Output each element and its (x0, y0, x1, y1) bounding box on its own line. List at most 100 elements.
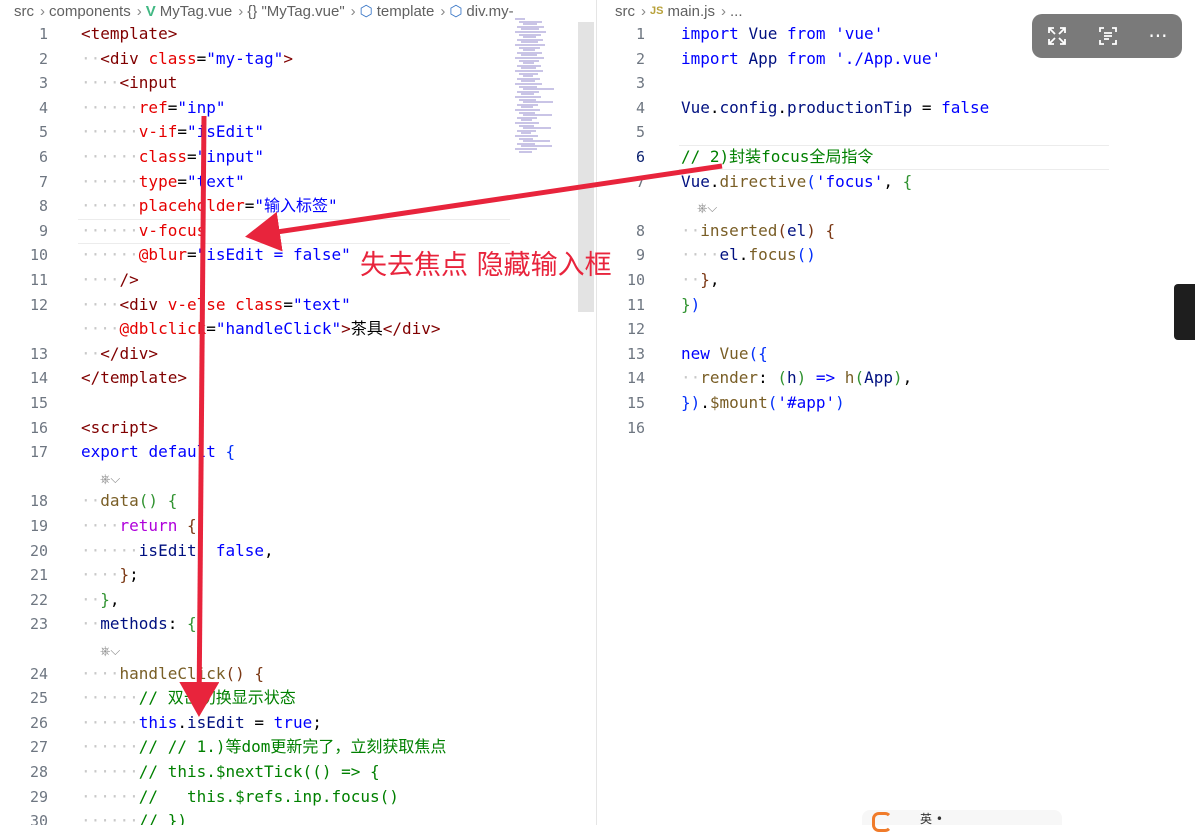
code-line[interactable]: 23 ··methods: { (0, 612, 596, 637)
code-line[interactable]: 16 (597, 416, 1195, 441)
code-line[interactable]: 28 ······// this.$nextTick(() => { (0, 760, 596, 785)
code-token: isEdit (138, 540, 197, 560)
code-token: ······ (81, 786, 139, 806)
code-line[interactable]: 15 (0, 391, 596, 416)
breadcrumb-module[interactable]: {} "MyTag.vue" (247, 3, 344, 20)
code-line[interactable]: 4 ······ref="inp" (0, 96, 596, 121)
ime-toolbar[interactable]: 英 • (862, 810, 1062, 832)
code-line[interactable]: 29 ······// this.$refs.inp.focus() (0, 785, 596, 810)
breadcrumb-components[interactable]: components (49, 3, 131, 20)
left-breadcrumb: src › components › V MyTag.vue › {} "MyT… (0, 0, 596, 22)
code-line[interactable]: 7 Vue.directive('focus', { (597, 170, 1195, 195)
code-line[interactable]: 27 ······// // 1.)等dom更新完了，立刻获取焦点 (0, 735, 596, 760)
code-token: } (119, 565, 130, 585)
code-token: methods (100, 614, 168, 634)
code-token: "input" (196, 147, 265, 166)
code-text: ······// this.$nextTick(() => { (81, 760, 380, 785)
code-line[interactable]: 19 ····return { (0, 514, 596, 539)
code-text: ··<div class="my-tag"> (81, 47, 293, 72)
code-line[interactable]: ⎈⌵ (0, 465, 596, 490)
code-line[interactable]: 5 (597, 120, 1195, 145)
code-text: }) (681, 293, 700, 318)
line-number: 1 (38, 25, 48, 43)
code-line[interactable]: 15}).$mount('#app') (597, 391, 1195, 416)
code-line[interactable]: ····@dblclick="handleClick">茶具</div> (0, 317, 596, 342)
code-token: ···· (681, 245, 720, 265)
code-token: }) (681, 393, 701, 412)
breadcrumb-template[interactable]: template (377, 3, 435, 20)
code-line[interactable]: ⎈⌵ (597, 194, 1195, 219)
chevron-right-icon: › (136, 2, 142, 20)
code-token: <div (119, 294, 159, 314)
code-line[interactable]: 16 <script> (0, 416, 596, 441)
code-line[interactable]: 30 ······// }) (0, 809, 596, 825)
line-number: 25 (29, 689, 48, 708)
code-line[interactable]: 26 ······this.isEdit = true; (0, 711, 596, 736)
code-line[interactable]: 6 ······class="input" (0, 145, 596, 170)
codelens-icon[interactable]: ⎈⌵ (697, 196, 717, 216)
codelens-icon[interactable]: ⎈⌵ (100, 467, 120, 487)
code-line[interactable]: 14 </template> (0, 366, 596, 391)
breadcrumb-src[interactable]: src (14, 3, 34, 20)
code-line[interactable]: 8 ··inserted(el) { (597, 219, 1195, 244)
code-token: <div (100, 48, 139, 68)
code-text: Vue.directive('focus', { (681, 170, 912, 195)
code-token: = (206, 319, 216, 339)
breadcrumb-div[interactable]: div.my- (466, 3, 513, 20)
code-line[interactable]: 25 ······// 双击切换显示状态 (0, 686, 596, 711)
line-number: 20 (29, 541, 48, 560)
code-token: ······ (81, 762, 139, 781)
code-line[interactable]: 22 ··}, (0, 588, 596, 613)
chevron-right-icon: › (40, 2, 45, 20)
breadcrumb-file[interactable]: MyTag.vue (160, 3, 233, 20)
side-panel-handle[interactable] (1174, 284, 1195, 340)
code-token: , (902, 368, 913, 388)
code-token: ······ (81, 245, 139, 265)
code-line[interactable]: 7 ······type="text" (0, 170, 596, 195)
code-text: }).$mount('#app') (681, 391, 845, 416)
code-line[interactable]: ⎈⌵ (0, 637, 596, 662)
code-line[interactable]: 5 ······v-if="isEdit" (0, 120, 596, 145)
code-line[interactable]: 17 export default { (0, 440, 596, 465)
more-icon[interactable]: ··· (1148, 24, 1167, 48)
code-line[interactable]: 1 <template> (0, 22, 596, 47)
code-token: , (264, 540, 274, 560)
code-line[interactable]: 9 ····el.focus() (597, 243, 1195, 268)
minimap[interactable] (515, 18, 575, 158)
line-number: 9 (38, 221, 48, 240)
breadcrumb-src[interactable]: src (615, 3, 635, 20)
code-line[interactable]: 3 ····<input (0, 71, 596, 96)
code-line[interactable]: 3 (597, 71, 1195, 96)
code-line[interactable]: 13 ··</div> (0, 342, 596, 367)
code-line[interactable]: 18 ··data() { (0, 489, 596, 514)
code-line[interactable]: 14 ··render: (h) => h(App), (597, 366, 1195, 391)
code-line[interactable]: 12 ····<div v-else class="text" (0, 293, 596, 318)
breadcrumb-more[interactable]: ... (730, 3, 743, 20)
code-line[interactable]: 21 ····}; (0, 563, 596, 588)
code-token: h (844, 368, 855, 388)
left-editor-pane[interactable]: src › components › V MyTag.vue › {} "MyT… (0, 0, 596, 825)
code-line[interactable]: 13 new Vue({ (597, 342, 1195, 367)
breadcrumb-file[interactable]: main.js (667, 3, 715, 20)
code-line[interactable]: 20 ······isEdit: false, (0, 539, 596, 564)
expand-icon[interactable] (1046, 25, 1068, 47)
code-line[interactable]: 24 ····handleClick() { (0, 662, 596, 687)
code-token: from (786, 24, 826, 43)
code-token: ·· (81, 614, 101, 634)
code-line[interactable]: 4 Vue.config.productionTip = false (597, 96, 1195, 121)
code-line[interactable]: 8 ······placeholder="输入标签" (0, 194, 596, 219)
line-number: 2 (635, 49, 645, 68)
code-line[interactable]: 2 ··<div class="my-tag"> (0, 47, 596, 72)
code-text: ····<input (81, 71, 177, 96)
code-line[interactable]: 12 (597, 317, 1195, 342)
right-editor-pane[interactable]: src › JS main.js › ... 1 import Vue from … (597, 0, 1195, 825)
code-line[interactable]: 11}) (597, 293, 1195, 318)
codelens-icon[interactable]: ⎈⌵ (100, 639, 120, 659)
scan-text-icon[interactable] (1097, 25, 1119, 47)
code-token: ; (312, 712, 322, 732)
code-line[interactable]: 10 ··}, (597, 268, 1195, 293)
